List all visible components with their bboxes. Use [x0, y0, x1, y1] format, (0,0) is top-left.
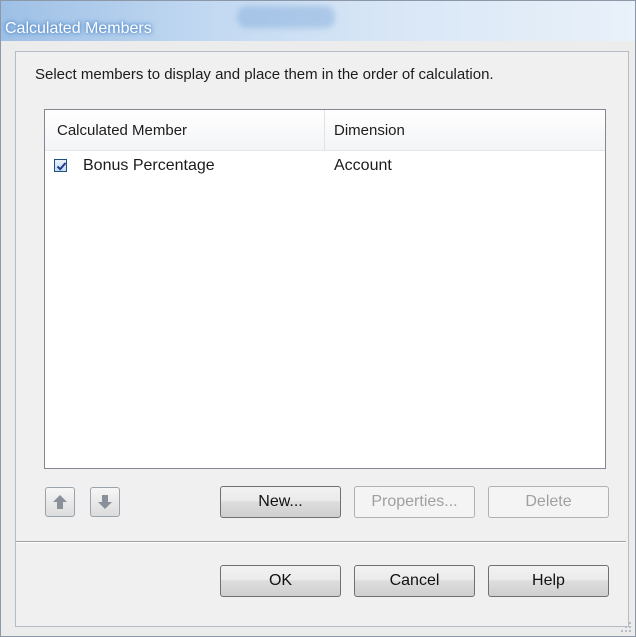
cancel-button[interactable]: Cancel: [354, 565, 475, 597]
help-button[interactable]: Help: [488, 565, 609, 597]
checkmark-icon: [56, 162, 67, 171]
member-checkbox[interactable]: [54, 159, 67, 172]
ok-button[interactable]: OK: [220, 565, 341, 597]
new-button[interactable]: New...: [220, 486, 341, 518]
footer-separator: [16, 541, 626, 543]
properties-button[interactable]: Properties...: [354, 486, 475, 518]
column-header-dimension[interactable]: Dimension: [334, 122, 405, 139]
list-header: Calculated Member Dimension: [45, 110, 605, 151]
column-separator[interactable]: [324, 110, 325, 150]
arrow-down-icon: [98, 495, 112, 509]
list-row[interactable]: Bonus Percentage Account: [45, 154, 605, 178]
member-name-cell: Bonus Percentage: [83, 157, 215, 174]
move-down-button[interactable]: [90, 487, 120, 517]
column-header-calculated-member[interactable]: Calculated Member: [57, 122, 187, 139]
resize-grip-icon[interactable]: [620, 621, 632, 633]
calculated-members-list[interactable]: Calculated Member Dimension Bonus Percen…: [44, 109, 606, 469]
calculated-members-dialog: Calculated Members Select members to dis…: [0, 0, 636, 637]
dimension-cell: Account: [334, 157, 392, 174]
move-up-button[interactable]: [45, 487, 75, 517]
arrow-up-icon: [53, 495, 67, 509]
title-bar[interactable]: Calculated Members: [1, 1, 635, 41]
instruction-text: Select members to display and place them…: [35, 66, 494, 83]
title-bar-glass-blur: [237, 6, 335, 28]
delete-button[interactable]: Delete: [488, 486, 609, 518]
window-title: Calculated Members: [5, 20, 152, 37]
